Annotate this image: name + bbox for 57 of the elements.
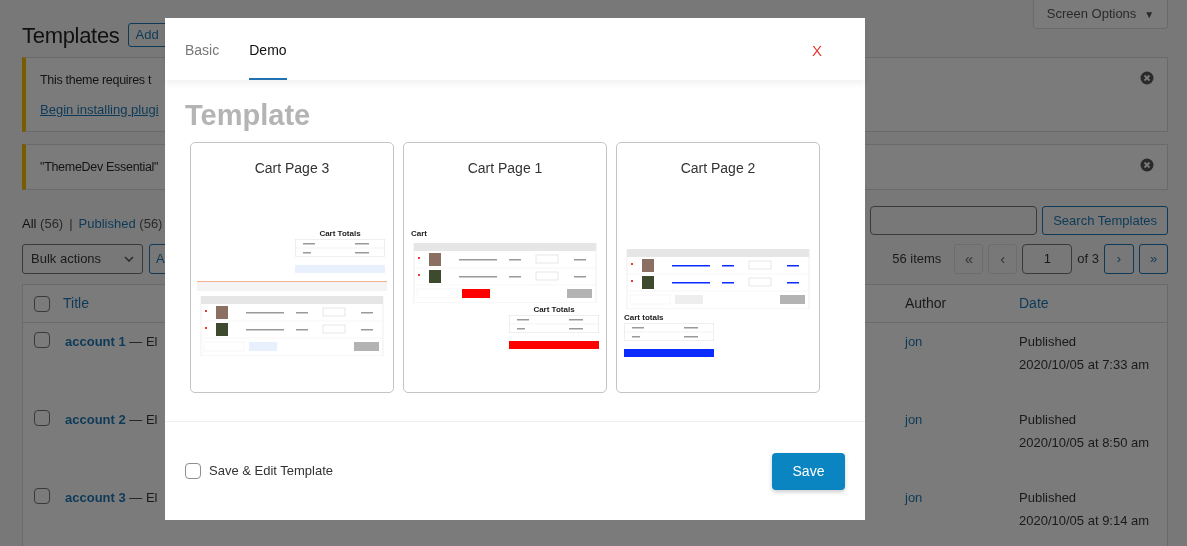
column-header[interactable]: Date: [1019, 293, 1049, 314]
status-filter-link[interactable]: All (56): [22, 213, 64, 233]
cart-totals-heading: Cart Totals: [533, 305, 575, 315]
notice-text: This theme requires t: [40, 72, 153, 89]
page-title: Templates: [22, 21, 120, 50]
template-card[interactable]: Cart Page 3 Cart Totals: [190, 142, 394, 393]
checkbox[interactable]: [185, 463, 201, 479]
cart-heading: Cart: [411, 229, 428, 239]
checkbox[interactable]: [34, 295, 50, 312]
author-link[interactable]: jon: [905, 410, 923, 430]
checkbox[interactable]: [34, 410, 50, 426]
column-header: Author: [905, 294, 947, 313]
template-title-link[interactable]: account 1 — El: [63, 332, 158, 352]
status-filter-link[interactable]: Published (56): [78, 213, 163, 233]
dismiss-icon[interactable]: [1140, 158, 1154, 173]
first-page-button[interactable]: «: [954, 244, 984, 274]
dialog-tab[interactable]: Basic: [185, 18, 220, 80]
close-button[interactable]: X: [812, 18, 845, 80]
screen-options-button[interactable]: Screen Options ▼: [1033, 0, 1168, 29]
page-total: of 3: [1077, 250, 1099, 269]
status-text: Published: [1019, 333, 1078, 351]
last-page-button[interactable]: »: [1139, 244, 1168, 274]
search-templates-button[interactable]: Search Templates: [1042, 206, 1168, 235]
save-button[interactable]: Save: [772, 452, 845, 490]
previous-page-button[interactable]: ‹: [988, 244, 1018, 274]
dialog-tab[interactable]: Demo: [249, 18, 287, 80]
save-edit-label: Save & Edit Template: [209, 462, 334, 481]
template-card[interactable]: Cart Page 1 Cart Cart Totals: [403, 142, 607, 393]
column-header[interactable]: Title: [63, 293, 89, 314]
dialog-heading: Template: [185, 98, 312, 132]
checkbox[interactable]: [34, 488, 50, 504]
template-card-title: Cart Page 2: [679, 159, 757, 178]
template-card-title: Cart Page 3: [253, 159, 331, 178]
date-text: 2020/10/05 at 7:33 am: [1019, 355, 1151, 374]
template-title-link[interactable]: account 2 — El: [63, 410, 158, 430]
date-text: 2020/10/05 at 8:50 am: [1019, 433, 1151, 452]
status-text: Published: [1019, 489, 1078, 507]
date-text: 2020/10/05 at 9:14 am: [1019, 511, 1151, 530]
dismiss-icon[interactable]: [1140, 71, 1154, 85]
template-card[interactable]: Cart Page 2 Cart totals: [616, 142, 820, 393]
checkbox[interactable]: [34, 332, 50, 348]
author-link[interactable]: jon: [905, 332, 923, 352]
next-page-button[interactable]: ›: [1104, 244, 1134, 274]
template-title-link[interactable]: account 3 — El: [63, 488, 158, 508]
notice-text: "ThemeDev Essential": [40, 159, 159, 177]
install-plugins-link[interactable]: Begin installing plugi: [40, 99, 159, 120]
status-text: Published: [1019, 411, 1078, 429]
filter-separator: |: [69, 214, 73, 233]
bulk-actions-select[interactable]: Bulk actions: [22, 244, 143, 274]
page-number-field[interactable]: 1: [1022, 244, 1073, 274]
template-card-title: Cart Page 1: [466, 159, 544, 178]
items-count: 56 items: [892, 250, 942, 269]
cart-totals-heading: Cart Totals: [319, 229, 361, 239]
cart-totals-heading: Cart totals: [624, 313, 664, 323]
chevron-down-icon: [124, 256, 134, 262]
search-field[interactable]: [870, 206, 1038, 235]
author-link[interactable]: jon: [905, 488, 923, 508]
